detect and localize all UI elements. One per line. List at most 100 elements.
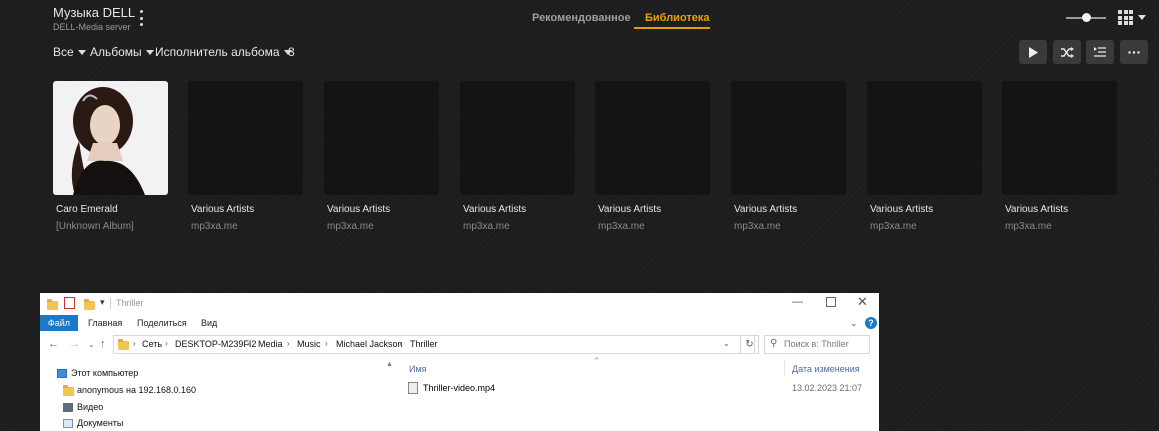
filter-all[interactable]: Все [53,45,86,59]
album-title[interactable]: mp3xa.me [327,221,439,232]
chevron-right-icon[interactable]: › [133,339,136,348]
divider [110,298,111,309]
search-input[interactable]: Поиск в: Thriller [784,339,849,349]
window-title: Thriller [116,298,144,308]
album-artist[interactable]: Various Artists [734,204,846,215]
folder-icon [118,339,129,350]
chevron-right-icon[interactable]: › [247,339,250,348]
album-cover-placeholder[interactable] [731,81,846,195]
forward-icon[interactable]: → [69,338,80,350]
address-bar[interactable]: › Сеть › DESKTOP-M239FI2 › Media › Music… [113,335,755,354]
column-divider [784,361,785,375]
album-artist[interactable]: Various Artists [1005,204,1117,215]
tree-item-this-pc[interactable]: Этот компьютер [57,368,138,378]
album-card[interactable]: Various Artists mp3xa.me [1002,81,1117,232]
chevron-right-icon[interactable]: › [165,339,168,348]
album-artist[interactable]: Various Artists [463,204,575,215]
new-folder-icon[interactable] [84,299,95,310]
more-button[interactable] [1120,40,1148,64]
folder-icon [47,299,58,310]
filter-type[interactable]: Альбомы [90,45,154,59]
tab-library[interactable]: Библиотека [645,12,710,24]
tree-item-documents[interactable]: Документы [63,418,123,428]
quick-access-dropdown-icon[interactable]: ▾ [100,297,105,308]
play-icon [1029,46,1038,58]
close-icon[interactable]: ✕ [857,294,868,310]
tree-item-network-share[interactable]: anonymous на 192.168.0.160 [63,385,196,396]
breadcrumb-item[interactable]: Music [297,339,321,349]
filter-sort[interactable]: Исполнитель альбома [155,45,292,59]
album-cover-placeholder[interactable] [1002,81,1117,195]
maximize-icon[interactable] [826,297,836,307]
column-header-date[interactable]: Дата изменения [792,364,860,374]
up-icon[interactable]: ↑ [100,338,106,350]
queue-button[interactable] [1086,40,1114,64]
chevron-right-icon[interactable]: › [287,339,290,348]
album-cover-placeholder[interactable] [324,81,439,195]
breadcrumb-item[interactable]: Сеть [142,339,162,349]
chevron-right-icon[interactable]: › [399,339,402,348]
album-card[interactable]: Caro Emerald [Unknown Album] [53,81,168,232]
shuffle-button[interactable] [1053,40,1081,64]
album-card[interactable]: Various Artists mp3xa.me [595,81,710,232]
more-vertical-icon[interactable] [137,10,145,26]
video-file-icon [408,382,418,394]
tab-view[interactable]: Вид [201,315,217,331]
album-title[interactable]: mp3xa.me [1005,221,1117,232]
minimize-icon[interactable]: — [792,296,803,308]
tab-file[interactable]: Файл [40,315,78,331]
album-card[interactable]: Various Artists mp3xa.me [324,81,439,232]
album-title[interactable]: mp3xa.me [463,221,575,232]
nav-pane-scrollbar[interactable]: ▲ [385,361,395,431]
album-artist[interactable]: Caro Emerald [56,204,168,215]
album-cover[interactable] [53,81,168,195]
album-card[interactable]: Various Artists mp3xa.me [867,81,982,232]
properties-icon[interactable] [64,297,75,309]
tree-item-videos[interactable]: Видео [63,402,104,412]
chevron-down-icon[interactable] [1138,15,1146,20]
library-title: Музыка DELL [53,5,136,20]
album-title[interactable]: mp3xa.me [870,221,982,232]
breadcrumb-item[interactable]: Thriller [410,339,438,349]
back-icon[interactable]: ← [48,338,59,350]
refresh-icon[interactable]: ↻ [740,335,759,354]
play-button[interactable] [1019,40,1047,64]
chevron-down-icon [77,50,86,55]
album-artist[interactable]: Various Artists [191,204,303,215]
address-dropdown-icon[interactable]: ⌄ [723,339,730,348]
album-artist[interactable]: Various Artists [870,204,982,215]
breadcrumb-item[interactable]: DESKTOP-M239FI2 [175,339,256,349]
tab-recommended[interactable]: Рекомендованное [532,12,631,24]
album-card[interactable]: Various Artists mp3xa.me [460,81,575,232]
chevron-down-icon [145,50,154,55]
scroll-up-icon[interactable]: ▲ [386,361,393,368]
album-card[interactable]: Various Artists mp3xa.me [731,81,846,232]
expand-ribbon-icon[interactable]: ⌄ [850,315,858,331]
album-cover-placeholder[interactable] [867,81,982,195]
album-card[interactable]: Various Artists mp3xa.me [188,81,303,232]
column-header-name[interactable]: Имя [409,364,427,374]
breadcrumb-item[interactable]: Michael Jackson [336,339,403,349]
explorer-titlebar[interactable]: ▾ Thriller — ✕ [40,293,879,315]
album-cover-placeholder[interactable] [460,81,575,195]
search-box[interactable]: ⚲ Поиск в: Thriller [764,335,870,354]
zoom-slider-handle[interactable] [1082,13,1091,22]
tab-share[interactable]: Поделиться [137,315,187,331]
album-title[interactable]: [Unknown Album] [56,221,168,232]
tab-home[interactable]: Главная [88,315,122,331]
tree-item-label: Видео [77,402,104,412]
zoom-slider[interactable] [1066,13,1106,22]
help-icon[interactable]: ? [865,317,877,329]
grid-view-icon[interactable] [1118,10,1133,25]
recent-locations-icon[interactable]: ⌄ [88,340,95,349]
album-artist[interactable]: Various Artists [327,204,439,215]
breadcrumb-item[interactable]: Media [258,339,283,349]
album-artist[interactable]: Various Artists [598,204,710,215]
file-name[interactable]: Thriller-video.mp4 [423,383,495,393]
album-cover-placeholder[interactable] [188,81,303,195]
album-title[interactable]: mp3xa.me [191,221,303,232]
album-cover-placeholder[interactable] [595,81,710,195]
chevron-right-icon[interactable]: › [325,339,328,348]
album-title[interactable]: mp3xa.me [734,221,846,232]
album-title[interactable]: mp3xa.me [598,221,710,232]
